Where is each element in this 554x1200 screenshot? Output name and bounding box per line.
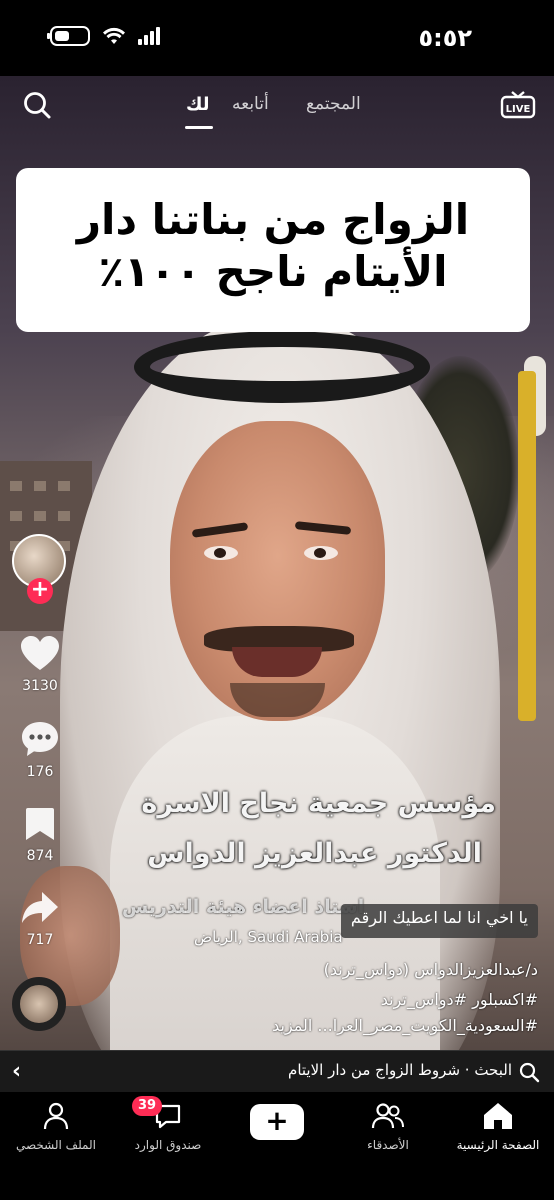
creator-name[interactable]: د/عبدالعزيزالدواس (دواس_ترند): [324, 960, 538, 979]
create-plus-icon: +: [265, 1104, 289, 1137]
like-button[interactable]: 3130: [0, 636, 80, 694]
comment-count: 176: [26, 764, 54, 780]
search-suggestion-bar[interactable]: ‹ البحث · شروط الزواج من دار الايتام: [0, 1050, 554, 1092]
save-button[interactable]: 874: [0, 806, 80, 864]
title-line-2: الأيتام ناجح ١٠٠٪: [98, 247, 448, 296]
chevron-left-icon: ‹: [12, 1059, 22, 1084]
person-face: [170, 421, 385, 721]
search-suggestion-text: البحث · شروط الزواج من دار الايتام: [288, 1061, 512, 1079]
status-icons: [47, 26, 160, 46]
location-tag[interactable]: الرياض, Saudi Arabia: [194, 928, 343, 946]
nav-friends[interactable]: الأصدقاء: [338, 1102, 438, 1152]
title-line-1: الزواج من بناتنا دار: [76, 195, 470, 244]
battery-icon: [47, 26, 90, 46]
street-pole: [518, 371, 536, 721]
wifi-icon: [103, 27, 125, 44]
comment-icon: [22, 722, 58, 756]
nav-inbox-label: صندوق الوارد: [134, 1138, 202, 1152]
tab-community[interactable]: المجتمع: [306, 94, 361, 114]
bottom-nav: الملف الشخصي صندوق الوارد 39 + الأصدقاء …: [0, 1092, 554, 1200]
signal-icon: [138, 27, 160, 45]
music-disc-icon[interactable]: [12, 977, 66, 1031]
nav-profile[interactable]: الملف الشخصي: [6, 1102, 106, 1152]
status-time: ٥:٥٢: [418, 24, 472, 52]
share-button[interactable]: 717: [0, 890, 80, 948]
search-small-icon: [519, 1062, 540, 1083]
like-count: 3130: [22, 678, 58, 694]
search-icon[interactable]: [22, 90, 52, 120]
nav-home-label: الصفحة الرئيسية: [456, 1138, 540, 1152]
nav-home[interactable]: الصفحة الرئيسية: [448, 1102, 548, 1152]
video-title-overlay: الزواج من بناتنا دار الأيتام ناجح ١٠٠٪: [16, 168, 530, 332]
bookmark-icon: [26, 808, 54, 840]
nav-friends-label: الأصدقاء: [367, 1138, 409, 1152]
tab-for-you[interactable]: لك: [186, 94, 210, 115]
status-bar: ٥:٥٢: [0, 0, 554, 76]
create-button[interactable]: +: [246, 1104, 308, 1140]
top-nav: المجتمع أتابعه لك: [0, 84, 554, 132]
home-icon: [484, 1103, 512, 1129]
tab-following[interactable]: أتابعه: [232, 94, 269, 114]
follow-button[interactable]: +: [27, 578, 53, 604]
hashtags-line-1[interactable]: #اكسبلور #دواس_ترند: [381, 990, 538, 1009]
friends-icon: [371, 1103, 404, 1129]
comment-preview[interactable]: يا اخي انا لما اعطيك الرقم: [340, 904, 538, 938]
heart-icon: [21, 636, 59, 670]
save-count: 874: [26, 848, 54, 864]
video-caption-line-3: استاذ اعضاء هيئة التدريس: [122, 896, 365, 918]
nav-profile-label: الملف الشخصي: [16, 1138, 96, 1152]
person-igal: [134, 331, 430, 403]
active-tab-indicator: [185, 126, 213, 129]
share-icon: [22, 892, 58, 923]
inbox-badge: 39: [132, 1096, 163, 1116]
profile-icon: [43, 1102, 69, 1130]
video-caption-line-1: مؤسس جمعية نجاح الاسرة: [141, 788, 496, 819]
hashtags-line-2[interactable]: #السعودية_الكويت_مصر_العرا... المزيد: [272, 1016, 538, 1035]
comment-button[interactable]: 176: [0, 720, 80, 780]
video-caption-line-2: الدكتور عبدالعزيز الدواس: [147, 838, 482, 869]
share-count: 717: [26, 932, 54, 948]
